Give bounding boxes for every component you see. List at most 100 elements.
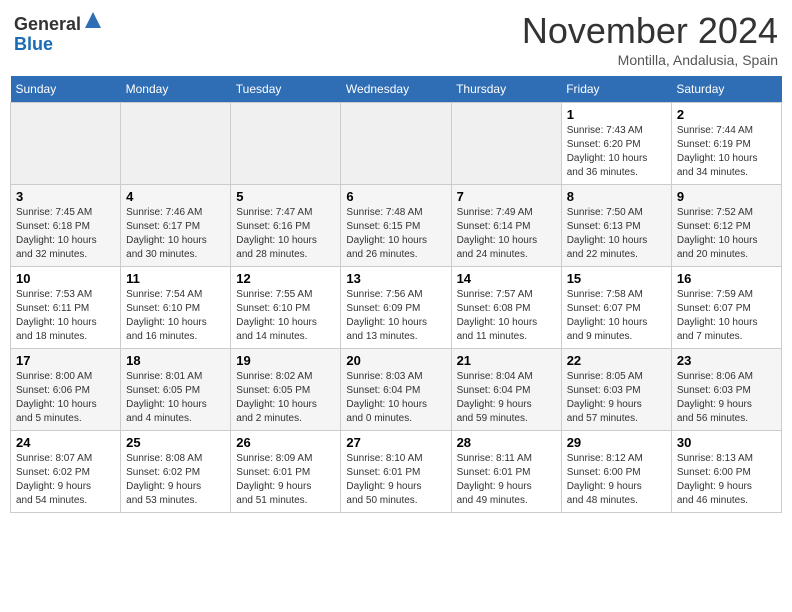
logo-text: General Blue <box>14 10 103 55</box>
weekday-header-sunday: Sunday <box>11 76 121 103</box>
day-number: 17 <box>16 353 115 368</box>
day-number: 10 <box>16 271 115 286</box>
day-info: Sunrise: 8:00 AMSunset: 6:06 PMDaylight:… <box>16 370 115 426</box>
calendar-cell: 4 Sunrise: 7:46 AMSunset: 6:17 PMDaylight… <box>121 185 231 267</box>
calendar-cell <box>341 103 451 185</box>
logo-blue: Blue <box>14 34 53 54</box>
page-header: General Blue November 2024 Montilla, And… <box>10 10 782 68</box>
calendar-cell: 30 Sunrise: 8:13 AMSunset: 6:00 PMDayligh… <box>671 431 781 513</box>
day-info: Sunrise: 7:45 AMSunset: 6:18 PMDaylight:… <box>16 206 115 262</box>
calendar-cell: 27 Sunrise: 8:10 AMSunset: 6:01 PMDayligh… <box>341 431 451 513</box>
day-number: 28 <box>457 435 556 450</box>
day-info: Sunrise: 7:49 AMSunset: 6:14 PMDaylight:… <box>457 206 556 262</box>
day-number: 9 <box>677 189 776 204</box>
weekday-header-thursday: Thursday <box>451 76 561 103</box>
day-info: Sunrise: 8:10 AMSunset: 6:01 PMDaylight:… <box>346 452 445 508</box>
weekday-header-row: SundayMondayTuesdayWednesdayThursdayFrid… <box>11 76 782 103</box>
day-info: Sunrise: 7:47 AMSunset: 6:16 PMDaylight:… <box>236 206 335 262</box>
day-info: Sunrise: 7:59 AMSunset: 6:07 PMDaylight:… <box>677 288 776 344</box>
calendar-cell: 1 Sunrise: 7:43 AMSunset: 6:20 PMDaylight… <box>561 103 671 185</box>
calendar-cell: 25 Sunrise: 8:08 AMSunset: 6:02 PMDayligh… <box>121 431 231 513</box>
day-info: Sunrise: 8:13 AMSunset: 6:00 PMDaylight:… <box>677 452 776 508</box>
day-info: Sunrise: 7:58 AMSunset: 6:07 PMDaylight:… <box>567 288 666 344</box>
logo-general: General <box>14 14 81 34</box>
day-number: 22 <box>567 353 666 368</box>
weekday-header-tuesday: Tuesday <box>231 76 341 103</box>
calendar-cell <box>451 103 561 185</box>
calendar-cell: 9Sunrise: 7:52 AMSunset: 6:12 PMDaylight… <box>671 185 781 267</box>
day-number: 27 <box>346 435 445 450</box>
weekday-header-friday: Friday <box>561 76 671 103</box>
day-number: 12 <box>236 271 335 286</box>
day-number: 25 <box>126 435 225 450</box>
calendar-cell <box>121 103 231 185</box>
calendar-cell: 6Sunrise: 7:48 AMSunset: 6:15 PMDaylight… <box>341 185 451 267</box>
day-number: 13 <box>346 271 445 286</box>
day-info: Sunrise: 7:43 AMSunset: 6:20 PMDaylight:… <box>567 124 666 180</box>
day-info: Sunrise: 8:05 AMSunset: 6:03 PMDaylight:… <box>567 370 666 426</box>
day-info: Sunrise: 8:04 AMSunset: 6:04 PMDaylight:… <box>457 370 556 426</box>
week-row-5: 24 Sunrise: 8:07 AMSunset: 6:02 PMDayligh… <box>11 431 782 513</box>
calendar-cell: 19 Sunrise: 8:02 AMSunset: 6:05 PMDayligh… <box>231 349 341 431</box>
day-info: Sunrise: 7:53 AMSunset: 6:11 PMDaylight:… <box>16 288 115 344</box>
title-block: November 2024 Montilla, Andalusia, Spain <box>522 10 778 68</box>
day-number: 29 <box>567 435 666 450</box>
day-number: 4 <box>126 189 225 204</box>
day-info: Sunrise: 8:09 AMSunset: 6:01 PMDaylight:… <box>236 452 335 508</box>
day-info: Sunrise: 8:08 AMSunset: 6:02 PMDaylight:… <box>126 452 225 508</box>
month-title: November 2024 <box>522 10 778 52</box>
day-number: 11 <box>126 271 225 286</box>
calendar-cell <box>11 103 121 185</box>
day-number: 16 <box>677 271 776 286</box>
day-number: 21 <box>457 353 556 368</box>
day-number: 23 <box>677 353 776 368</box>
calendar-cell: 29Sunrise: 8:12 AMSunset: 6:00 PMDayligh… <box>561 431 671 513</box>
calendar-cell: 13Sunrise: 7:56 AMSunset: 6:09 PMDayligh… <box>341 267 451 349</box>
calendar-cell: 2Sunrise: 7:44 AMSunset: 6:19 PMDaylight… <box>671 103 781 185</box>
day-info: Sunrise: 8:03 AMSunset: 6:04 PMDaylight:… <box>346 370 445 426</box>
day-number: 20 <box>346 353 445 368</box>
calendar-cell: 12 Sunrise: 7:55 AMSunset: 6:10 PMDayligh… <box>231 267 341 349</box>
location: Montilla, Andalusia, Spain <box>522 52 778 68</box>
calendar-cell: 7 Sunrise: 7:49 AMSunset: 6:14 PMDaylight… <box>451 185 561 267</box>
calendar-cell: 23 Sunrise: 8:06 AMSunset: 6:03 PMDayligh… <box>671 349 781 431</box>
calendar-cell: 26 Sunrise: 8:09 AMSunset: 6:01 PMDayligh… <box>231 431 341 513</box>
calendar-cell: 28 Sunrise: 8:11 AMSunset: 6:01 PMDayligh… <box>451 431 561 513</box>
day-number: 1 <box>567 107 666 122</box>
day-number: 24 <box>16 435 115 450</box>
calendar-cell: 16 Sunrise: 7:59 AMSunset: 6:07 PMDayligh… <box>671 267 781 349</box>
calendar-cell: 3 Sunrise: 7:45 AMSunset: 6:18 PMDaylight… <box>11 185 121 267</box>
day-number: 7 <box>457 189 556 204</box>
weekday-header-monday: Monday <box>121 76 231 103</box>
day-info: Sunrise: 7:57 AMSunset: 6:08 PMDaylight:… <box>457 288 556 344</box>
week-row-1: 1 Sunrise: 7:43 AMSunset: 6:20 PMDaylight… <box>11 103 782 185</box>
calendar-cell: 21 Sunrise: 8:04 AMSunset: 6:04 PMDayligh… <box>451 349 561 431</box>
calendar-table: SundayMondayTuesdayWednesdayThursdayFrid… <box>10 76 782 513</box>
day-number: 3 <box>16 189 115 204</box>
day-number: 15 <box>567 271 666 286</box>
week-row-4: 17 Sunrise: 8:00 AMSunset: 6:06 PMDayligh… <box>11 349 782 431</box>
day-info: Sunrise: 8:02 AMSunset: 6:05 PMDaylight:… <box>236 370 335 426</box>
day-info: Sunrise: 8:11 AMSunset: 6:01 PMDaylight:… <box>457 452 556 508</box>
calendar-cell: 24 Sunrise: 8:07 AMSunset: 6:02 PMDayligh… <box>11 431 121 513</box>
day-info: Sunrise: 7:46 AMSunset: 6:17 PMDaylight:… <box>126 206 225 262</box>
weekday-header-saturday: Saturday <box>671 76 781 103</box>
day-number: 26 <box>236 435 335 450</box>
calendar-cell: 5Sunrise: 7:47 AMSunset: 6:16 PMDaylight… <box>231 185 341 267</box>
weekday-header-wednesday: Wednesday <box>341 76 451 103</box>
calendar-cell: 8Sunrise: 7:50 AMSunset: 6:13 PMDaylight… <box>561 185 671 267</box>
day-info: Sunrise: 8:06 AMSunset: 6:03 PMDaylight:… <box>677 370 776 426</box>
day-number: 30 <box>677 435 776 450</box>
week-row-3: 10 Sunrise: 7:53 AMSunset: 6:11 PMDayligh… <box>11 267 782 349</box>
calendar-cell: 14Sunrise: 7:57 AMSunset: 6:08 PMDayligh… <box>451 267 561 349</box>
day-info: Sunrise: 7:55 AMSunset: 6:10 PMDaylight:… <box>236 288 335 344</box>
calendar-cell: 17 Sunrise: 8:00 AMSunset: 6:06 PMDayligh… <box>11 349 121 431</box>
day-info: Sunrise: 8:07 AMSunset: 6:02 PMDaylight:… <box>16 452 115 508</box>
day-number: 6 <box>346 189 445 204</box>
calendar-cell: 10 Sunrise: 7:53 AMSunset: 6:11 PMDayligh… <box>11 267 121 349</box>
day-number: 8 <box>567 189 666 204</box>
calendar-cell <box>231 103 341 185</box>
day-number: 19 <box>236 353 335 368</box>
logo-icon <box>83 10 103 30</box>
day-number: 2 <box>677 107 776 122</box>
